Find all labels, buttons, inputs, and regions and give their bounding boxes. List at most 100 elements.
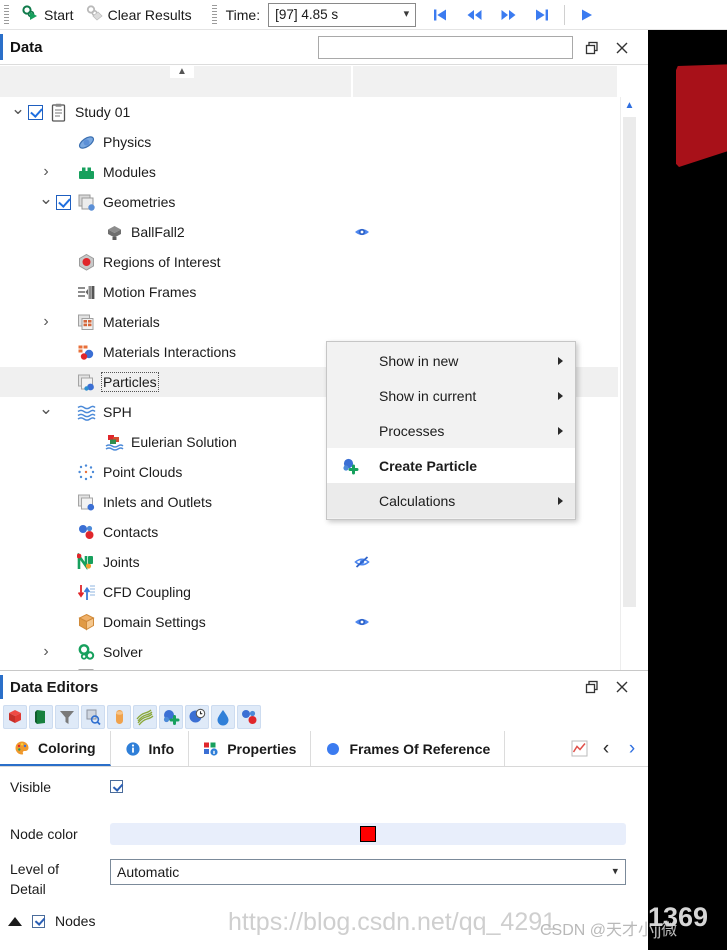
clear-results-button[interactable]: Clear Results <box>80 2 198 28</box>
chevron-right-icon[interactable]: › <box>36 314 56 330</box>
eye-visible-icon[interactable] <box>354 614 370 630</box>
step-forward-button[interactable] <box>494 2 522 28</box>
chevron-down-icon[interactable]: ⌄ <box>36 190 56 207</box>
tree-vertical-scrollbar[interactable]: ▲ ▼ <box>620 97 637 697</box>
clock-tool[interactable] <box>185 705 209 729</box>
tree-item-geometries[interactable]: ⌄ Geometries <box>0 187 618 217</box>
data-editors-panel: Data Editors Coloring Info Properties Frame… <box>0 670 648 950</box>
tree-item-study-01[interactable]: ⌄ Study 01 <box>0 97 618 127</box>
surface-tool[interactable] <box>29 705 53 729</box>
skip-to-end-button[interactable] <box>528 2 556 28</box>
eulerian-icon <box>105 433 124 452</box>
data-search-input[interactable] <box>318 36 573 59</box>
tab-label: Properties <box>227 740 297 757</box>
panel-accent-bar <box>0 34 3 60</box>
context-menu-item-show-in-current[interactable]: Show in current <box>327 378 575 413</box>
chevron-down-icon[interactable]: ⌄ <box>36 400 56 417</box>
tree-item-cfd-coupling[interactable]: CFD Coupling <box>0 577 618 607</box>
restore-icon <box>585 680 598 694</box>
tree-item-regions-of-interest[interactable]: Regions of Interest <box>0 247 618 277</box>
tab-info[interactable]: Info <box>111 731 190 766</box>
orange-capsule-icon <box>116 710 123 724</box>
collapse-triangle-icon[interactable] <box>8 916 22 926</box>
tab-next-button[interactable]: › <box>620 734 644 764</box>
tab-coloring[interactable]: Coloring <box>0 731 111 766</box>
tree-item-label: BallFall2 <box>131 224 185 240</box>
tree-column-visibility[interactable] <box>353 66 618 97</box>
visible-checkbox[interactable] <box>110 780 123 793</box>
node-color-swatch[interactable] <box>360 826 376 842</box>
funnel-icon <box>60 711 74 724</box>
level-of-detail-select[interactable]: Automatic ▾ <box>110 859 626 885</box>
skip-to-start-button[interactable] <box>426 2 454 28</box>
context-menu-item-calculations[interactable]: Calculations <box>327 483 575 518</box>
tree-item-materials[interactable]: › Materials <box>0 307 618 337</box>
tree-item-checkbox[interactable] <box>56 194 71 210</box>
tree-item-modules[interactable]: › Modules <box>0 157 618 187</box>
add-particle-tool[interactable] <box>159 705 183 729</box>
context-menu-item-processes[interactable]: Processes <box>327 413 575 448</box>
time-select[interactable]: [97] 4.85 s ▾ <box>268 2 417 27</box>
data-editors-close-button[interactable] <box>612 677 632 697</box>
start-button[interactable]: Start <box>16 2 80 28</box>
data-panel-header: Data <box>0 30 648 64</box>
toolbar-grip[interactable] <box>2 3 11 26</box>
droplet-tool[interactable] <box>211 705 235 729</box>
context-menu-item-create-particle[interactable]: Create Particle <box>327 448 575 483</box>
tree-column-header[interactable]: ▲ <box>0 64 648 97</box>
play-icon <box>582 9 593 20</box>
editors-tab-bar[interactable]: Coloring Info Properties Frames Of Referenc… <box>0 731 648 767</box>
tree-item-motion-frames[interactable]: Motion Frames <box>0 277 618 307</box>
tree-item-label: Geometries <box>103 194 176 210</box>
data-editors-float-button[interactable] <box>582 677 602 697</box>
tab-prev-button[interactable]: ‹ <box>594 734 618 764</box>
streamlines-tool[interactable] <box>133 705 157 729</box>
tab-frames-of-reference[interactable]: Frames Of Reference <box>311 731 506 766</box>
chevron-down-icon: ▾ <box>612 865 618 878</box>
clear-results-label: Clear Results <box>107 6 192 23</box>
tree-item-domain-settings[interactable]: Domain Settings <box>0 607 618 637</box>
contacts-tool[interactable] <box>237 705 261 729</box>
pointcloud-icon <box>77 463 96 482</box>
tree-item-solver[interactable]: › Solver <box>0 637 618 667</box>
filter-tool[interactable] <box>55 705 79 729</box>
particles-context-menu[interactable]: Show in new Show in current Processes Creat… <box>326 341 576 520</box>
tree-item-physics[interactable]: Physics <box>0 127 618 157</box>
tree-item-checkbox[interactable] <box>28 104 43 120</box>
chart-icon[interactable] <box>566 734 592 764</box>
time-value: [97] 4.85 s <box>275 7 339 22</box>
solid-tool[interactable] <box>3 705 27 729</box>
viewport-3d[interactable] <box>648 30 727 950</box>
play-button[interactable] <box>573 2 601 28</box>
chevron-right-icon[interactable]: › <box>36 644 56 660</box>
toolbar-grip-2[interactable] <box>209 3 219 26</box>
scrollbar-thumb[interactable] <box>623 117 636 607</box>
scroll-up-button[interactable]: ▲ <box>621 97 638 114</box>
eye-visible-icon[interactable] <box>354 224 370 240</box>
tab-overflow-controls: ‹ › <box>566 731 648 766</box>
data-panel-close-button[interactable] <box>612 38 632 58</box>
modules-icon <box>77 163 96 182</box>
context-menu-item-label: Create Particle <box>379 457 478 474</box>
tree-item-ballfall2[interactable]: BallFall2 <box>0 217 618 247</box>
data-panel-float-button[interactable] <box>582 38 602 58</box>
tree-item-joints[interactable]: Joints <box>0 547 618 577</box>
chevron-down-icon[interactable]: ⌄ <box>8 100 28 117</box>
sort-ascending-icon[interactable]: ▲ <box>170 66 194 78</box>
rewind-icon <box>467 9 482 20</box>
capsule-tool[interactable] <box>107 705 131 729</box>
ball-fall-solid <box>676 64 727 167</box>
node-color-bar[interactable] <box>110 823 626 845</box>
lod-label-line1: Level of <box>10 861 60 877</box>
nodes-checkbox[interactable] <box>32 914 45 928</box>
inspect-tool[interactable] <box>81 705 105 729</box>
chevron-right-icon[interactable]: › <box>36 164 56 180</box>
submenu-arrow-icon <box>558 356 563 365</box>
visible-label: Visible <box>10 779 51 795</box>
tree-item-contacts[interactable]: Contacts <box>0 517 618 547</box>
tab-properties[interactable]: Properties <box>189 731 312 766</box>
context-menu-item-show-in-new[interactable]: Show in new <box>327 343 575 378</box>
eye-hidden-icon[interactable] <box>354 554 370 570</box>
step-backward-button[interactable] <box>460 2 488 28</box>
tree-item-label: Inlets and Outlets <box>103 494 212 510</box>
